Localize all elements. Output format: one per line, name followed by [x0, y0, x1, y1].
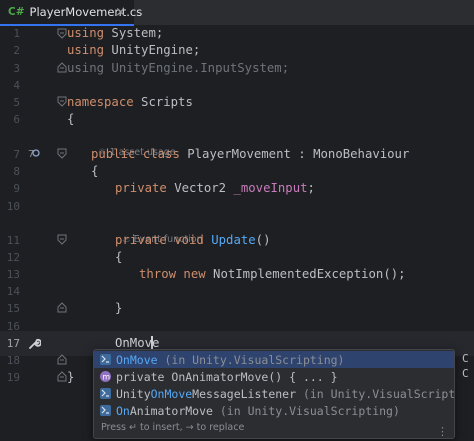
override-gutter-icon[interactable]	[31, 148, 41, 158]
side-panel-letter: C	[462, 367, 469, 380]
code-text: ()	[255, 233, 271, 247]
line-number: 19	[6, 371, 20, 384]
code-line-6[interactable]: {	[67, 107, 74, 132]
fold-marker-icon[interactable]	[57, 234, 67, 245]
base-class-name: MonoBehaviour	[313, 147, 410, 161]
code-line-5[interactable]: namespace Scripts	[67, 90, 193, 115]
wrench-icon[interactable]	[28, 337, 41, 350]
completion-item[interactable]: Unity OnMove MessageListener (in Unity.Vis…	[94, 385, 454, 402]
completion-item[interactable]: On AnimatorMove (in Unity.VisualScripting…	[94, 402, 454, 419]
keyword: namespace	[67, 95, 134, 109]
method-icon: m	[100, 371, 111, 382]
more-options-icon[interactable]: ⋮	[437, 425, 448, 438]
line-number: 6	[13, 113, 20, 126]
close-icon[interactable]: ×	[115, 5, 126, 20]
completion-footer-hint: Press ↵ to insert, → to replace	[101, 422, 245, 433]
completion-match: On	[116, 403, 130, 418]
fold-marker-icon[interactable]	[57, 354, 67, 365]
code-line-19[interactable]: }	[67, 365, 74, 390]
class-icon	[100, 405, 111, 416]
completion-text: MessageListener	[192, 386, 297, 401]
line-number: 10	[6, 200, 20, 213]
fold-marker-icon[interactable]	[57, 302, 67, 313]
type-name: Vector2	[166, 181, 234, 195]
code-text: ;	[307, 181, 315, 195]
completion-text: AnimatorMove	[129, 403, 213, 418]
completion-match: OnMove	[116, 352, 158, 367]
fold-marker-icon[interactable]	[57, 62, 67, 73]
completion-text: OnAnimatorMove() { ... }	[171, 369, 338, 384]
class-icon	[100, 388, 111, 399]
csharp-file-icon: C#	[8, 6, 25, 18]
fold-marker-icon[interactable]	[57, 28, 67, 39]
code-line-7[interactable]: public class PlayerMovement : MonoBehavi…	[91, 142, 409, 167]
class-name: PlayerMovement	[187, 147, 291, 161]
completion-text: Unity	[116, 386, 151, 401]
fold-marker-icon[interactable]	[57, 96, 67, 107]
completion-item[interactable]: OnMove (in Unity.VisualScripting)	[94, 351, 454, 368]
code-line-12[interactable]: {	[115, 245, 122, 270]
code-text: ();	[383, 267, 406, 281]
code-line-15[interactable]: }	[115, 296, 122, 321]
code-text: UnityEngine;	[104, 43, 201, 57]
code-line-8[interactable]: {	[91, 159, 98, 184]
completion-detail: (in Unity.VisualScripting)	[157, 352, 345, 367]
side-panel-letter: C	[462, 352, 469, 365]
keyword: using	[67, 43, 105, 57]
code-text: :	[290, 147, 314, 161]
code-line-11[interactable]: private void Update()	[115, 228, 270, 253]
keyword: throw new	[139, 267, 214, 281]
code-line-13[interactable]: throw new NotImplementedException();	[139, 262, 406, 287]
class-icon	[100, 354, 111, 365]
keyword: class	[135, 147, 188, 161]
keyword: private	[115, 181, 167, 195]
completion-item[interactable]: m private OnAnimatorMove() { ... }	[94, 368, 454, 385]
keyword: private void	[115, 233, 212, 247]
completion-detail: (in Unity.VisualScripting)	[302, 386, 455, 401]
fold-marker-icon[interactable]	[57, 148, 67, 159]
code-line-3[interactable]: using UnityEngine.InputSystem;	[67, 56, 289, 81]
type-name: NotImplementedException	[213, 267, 384, 281]
method-name: Update	[211, 233, 256, 247]
completion-text: private	[116, 369, 172, 384]
svg-text:m: m	[102, 373, 110, 382]
completion-detail: (in Unity.VisualScripting)	[212, 403, 400, 418]
code-text: Scripts	[133, 95, 193, 109]
fold-marker-icon[interactable]	[57, 371, 67, 382]
field-name: _moveInput	[233, 181, 308, 195]
completion-match: OnMove	[150, 386, 193, 401]
code-line-9[interactable]: private Vector2 _moveInput;	[115, 176, 315, 201]
code-completion-popup[interactable]: OnMove (in Unity.VisualScripting) m priv…	[93, 349, 455, 439]
